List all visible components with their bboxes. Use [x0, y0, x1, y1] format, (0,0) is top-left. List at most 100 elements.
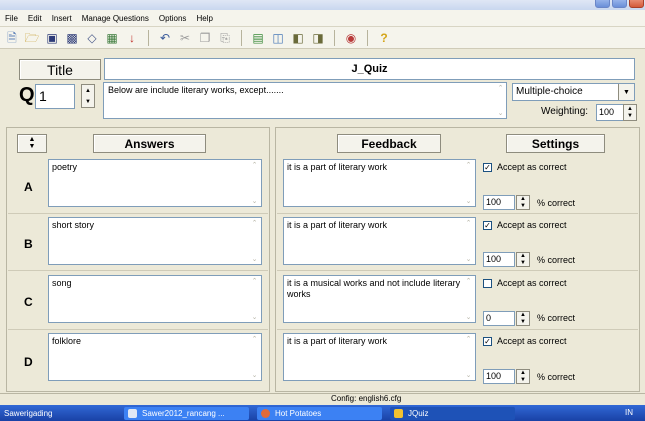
web-page-icon[interactable]: ▤ [250, 30, 266, 46]
up-arrow-icon[interactable]: ▲ [520, 253, 526, 259]
chevron-down-icon[interactable]: ▼ [618, 84, 634, 100]
menu-insert[interactable]: Insert [47, 14, 77, 23]
answer-scrollbar[interactable]: ⌃ ⌄ [248, 276, 261, 322]
undo-icon[interactable]: ↶ [157, 30, 173, 46]
feedback-field-c[interactable]: it is a musical works and not include li… [283, 275, 476, 323]
checkbox-unchecked-icon[interactable] [483, 278, 492, 288]
scroll-down-icon[interactable]: ⌄ [252, 313, 258, 321]
scroll-down-icon[interactable]: ⌄ [252, 197, 258, 205]
percent-spinner[interactable]: ▲ ▼ [516, 252, 530, 267]
save-icon[interactable]: ▣ [44, 30, 60, 46]
percent-correct-field-c[interactable]: 0 [483, 311, 515, 326]
down-arrow-icon[interactable]: ▼ [520, 260, 526, 266]
question-bank-icon[interactable]: ◧ [290, 30, 306, 46]
scroll-down-icon[interactable]: ⌄ [252, 255, 258, 263]
insert-icon[interactable]: ↓ [124, 30, 140, 46]
down-arrow-icon[interactable]: ▼ [627, 113, 633, 119]
down-arrow-icon[interactable]: ▼ [520, 203, 526, 209]
menu-file[interactable]: File [0, 14, 23, 23]
answers-header-button[interactable]: Answers [93, 134, 206, 153]
question-number-spinner[interactable]: ▲ ▼ [81, 84, 95, 108]
taskbar-item-sawerigading[interactable]: Sawerigading [0, 407, 110, 420]
scroll-down-icon[interactable]: ⌄ [466, 371, 472, 379]
feedback-scrollbar[interactable]: ⌃ ⌄ [462, 160, 475, 206]
paste-icon[interactable]: ⎘ [217, 30, 233, 46]
feedback-scrollbar[interactable]: ⌃ ⌄ [462, 218, 475, 264]
up-arrow-icon[interactable]: ▲ [627, 106, 633, 112]
taskbar-item-sawer2012[interactable]: Sawer2012_rancang ... [124, 407, 249, 420]
answer-field-a[interactable]: poetry [48, 159, 262, 207]
accept-correct-checkbox-d[interactable]: ✓ Accept as correct [483, 336, 567, 346]
percent-correct-field-b[interactable]: 100 [483, 252, 515, 267]
question-number-field[interactable]: 1 [35, 84, 75, 109]
feedback-scrollbar[interactable]: ⌃ ⌄ [462, 334, 475, 380]
percent-correct-field-a[interactable]: 100 [483, 195, 515, 210]
new-icon[interactable]: 🗎 [4, 30, 20, 46]
taskbar-item-hot-potatoes[interactable]: Hot Potatoes [257, 407, 382, 420]
scroll-up-icon[interactable]: ⌃ [466, 161, 472, 169]
up-arrow-icon[interactable]: ▲ [520, 196, 526, 202]
up-arrow-icon[interactable]: ▲ [520, 312, 526, 318]
question-type-select[interactable]: Multiple-choice ▼ [512, 83, 635, 101]
feedback-field-a[interactable]: it is a part of literary work [283, 159, 476, 207]
scroll-up-icon[interactable]: ⌃ [252, 161, 258, 169]
menu-help[interactable]: Help [191, 14, 217, 23]
scroll-up-icon[interactable]: ⌃ [498, 84, 504, 92]
menu-options[interactable]: Options [154, 14, 192, 23]
down-arrow-icon[interactable]: ▼ [520, 377, 526, 383]
minimize-button[interactable] [595, 0, 610, 8]
scroll-up-icon[interactable]: ⌃ [466, 219, 472, 227]
down-arrow-icon[interactable]: ▼ [520, 319, 526, 325]
scroll-up-icon[interactable]: ⌃ [252, 277, 258, 285]
scroll-up-icon[interactable]: ⌃ [466, 277, 472, 285]
accept-correct-checkbox-b[interactable]: ✓ Accept as correct [483, 220, 567, 230]
save-as-icon[interactable]: ▩ [64, 30, 80, 46]
percent-correct-field-d[interactable]: 100 [483, 369, 515, 384]
clear-icon[interactable]: ◇ [84, 30, 100, 46]
menu-edit[interactable]: Edit [23, 14, 47, 23]
reorder-answers-button[interactable]: ▲ ▼ [17, 134, 47, 153]
answer-field-c[interactable]: song [48, 275, 262, 323]
feedback-field-b[interactable]: it is a part of literary work [283, 217, 476, 265]
feedback-scrollbar[interactable]: ⌃ ⌄ [462, 276, 475, 322]
settings-header-button[interactable]: Settings [506, 134, 605, 153]
answer-field-d[interactable]: folklore [48, 333, 262, 381]
scroll-down-icon[interactable]: ⌄ [466, 197, 472, 205]
close-button[interactable] [629, 0, 644, 8]
scroll-up-icon[interactable]: ⌃ [466, 335, 472, 343]
checkbox-checked-icon[interactable]: ✓ [483, 220, 492, 230]
quiz-icon[interactable]: ◨ [310, 30, 326, 46]
tutorial-icon[interactable]: ◉ [343, 30, 359, 46]
scroll-up-icon[interactable]: ⌃ [252, 335, 258, 343]
checkbox-checked-icon[interactable]: ✓ [483, 336, 492, 346]
answer-scrollbar[interactable]: ⌃ ⌄ [248, 218, 261, 264]
open-icon[interactable]: 🗁 [24, 30, 40, 46]
weighting-spinner[interactable]: ▲ ▼ [623, 104, 637, 121]
answer-scrollbar[interactable]: ⌃ ⌄ [248, 334, 261, 380]
feedback-header-button[interactable]: Feedback [337, 134, 441, 153]
checkbox-checked-icon[interactable]: ✓ [483, 162, 492, 172]
accept-correct-checkbox-c[interactable]: Accept as correct [483, 278, 567, 288]
export-icon[interactable]: ▦ [104, 30, 120, 46]
up-arrow-icon[interactable]: ▲ [85, 88, 91, 94]
answer-field-b[interactable]: short story [48, 217, 262, 265]
accept-correct-checkbox-a[interactable]: ✓ Accept as correct [483, 162, 567, 172]
title-field[interactable]: J_Quiz [104, 58, 635, 80]
feedback-field-d[interactable]: it is a part of literary work [283, 333, 476, 381]
scroll-down-icon[interactable]: ⌄ [466, 313, 472, 321]
create-icon[interactable]: ◫ [270, 30, 286, 46]
cut-icon[interactable]: ✂ [177, 30, 193, 46]
taskbar-item-jquiz[interactable]: JQuiz [390, 407, 515, 420]
scroll-down-icon[interactable]: ⌄ [466, 255, 472, 263]
answer-scrollbar[interactable]: ⌃ ⌄ [248, 160, 261, 206]
question-scrollbar[interactable]: ⌃ ⌄ [494, 83, 507, 118]
scroll-down-icon[interactable]: ⌄ [498, 109, 504, 117]
maximize-button[interactable] [612, 0, 627, 8]
percent-spinner[interactable]: ▲ ▼ [516, 195, 530, 210]
copy-icon[interactable]: ❐ [197, 30, 213, 46]
title-button[interactable]: Title [19, 59, 101, 80]
up-arrow-icon[interactable]: ▲ [520, 370, 526, 376]
percent-spinner[interactable]: ▲ ▼ [516, 311, 530, 326]
down-arrow-icon[interactable]: ▼ [85, 99, 91, 105]
menu-manage-questions[interactable]: Manage Questions [77, 14, 154, 23]
